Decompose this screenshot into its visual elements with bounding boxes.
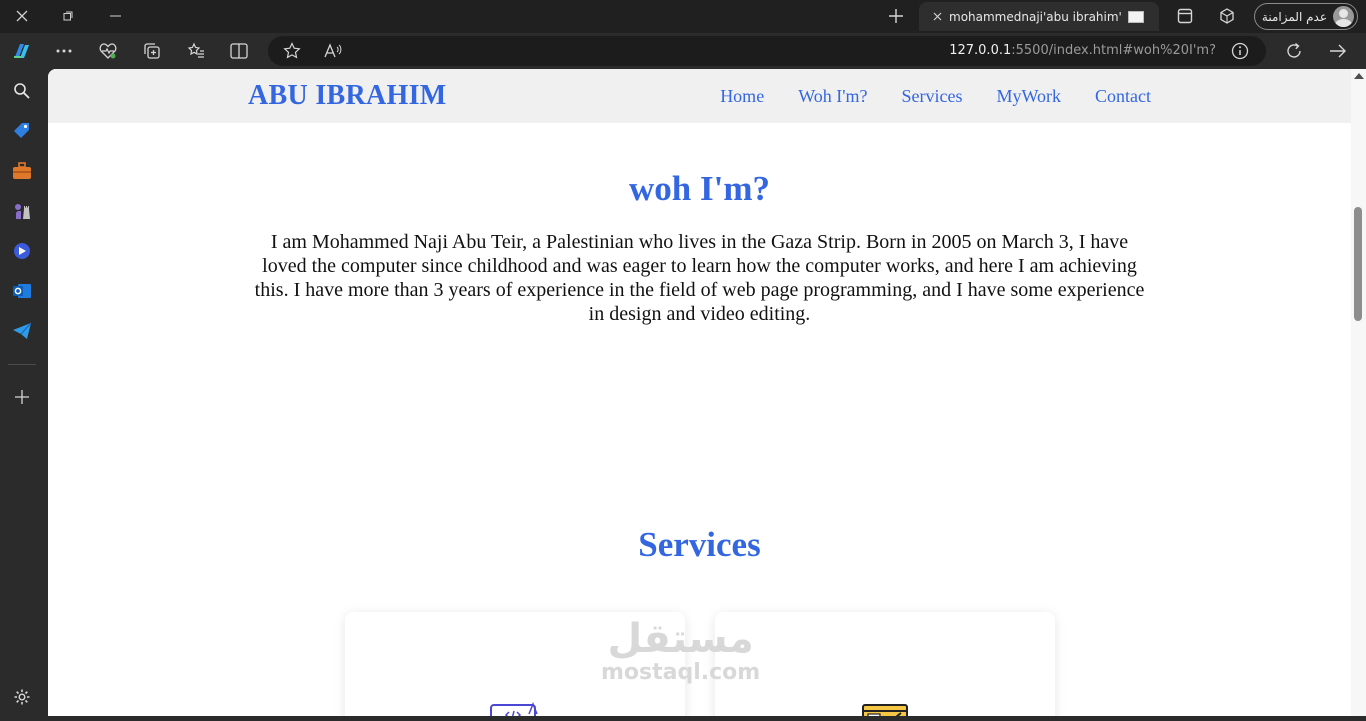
tools-briefcase-icon[interactable] — [10, 159, 34, 183]
browser-essentials-icon[interactable] — [94, 37, 122, 65]
new-tab-icon[interactable] — [883, 4, 909, 28]
nav-link-woh-im[interactable]: Woh I'm? — [798, 86, 867, 107]
site-info-icon[interactable] — [1226, 37, 1254, 65]
close-window-icon[interactable] — [9, 4, 35, 28]
watermark-latin: mostaql.com — [601, 660, 761, 685]
page-viewport: ABU IBRAHIM Home Woh I'm? Services MyWor… — [48, 69, 1366, 716]
scroll-thumb[interactable] — [1354, 207, 1362, 321]
more-options-icon[interactable] — [50, 37, 78, 65]
collections-icon[interactable] — [138, 37, 166, 65]
watermark-arabic: مستقل — [607, 616, 754, 662]
split-screen-icon[interactable] — [225, 37, 253, 65]
web-design-browser-icon — [862, 704, 908, 716]
site-logo[interactable]: ABU IBRAHIM — [248, 80, 447, 112]
games-icon[interactable] — [10, 199, 34, 223]
url-text[interactable]: 127.0.0.1:5500/index.html#woh%20I'm? — [949, 43, 1216, 58]
workspaces-icon[interactable] — [1214, 4, 1240, 28]
nav-link-contact[interactable]: Contact — [1095, 86, 1151, 107]
tab-favicon-icon — [1128, 10, 1144, 23]
close-tab-icon[interactable] — [929, 12, 945, 21]
add-sidebar-app-icon[interactable] — [10, 385, 34, 409]
services-heading: Services — [638, 525, 761, 564]
page-scrollbar[interactable] — [1351, 69, 1366, 716]
site-navbar: ABU IBRAHIM Home Woh I'm? Services MyWor… — [48, 69, 1351, 123]
profile-button[interactable]: عدم المزامنة — [1254, 3, 1358, 30]
scroll-up-arrow-icon[interactable] — [1354, 73, 1364, 79]
service-card[interactable] — [715, 612, 1055, 716]
nav-links: Home Woh I'm? Services MyWork Contact — [686, 86, 1151, 107]
url-host: 127.0.0.1 — [949, 43, 1012, 58]
active-tab[interactable]: mohammednaji'abu ibrahim' — [919, 2, 1159, 31]
tab-title: mohammednaji'abu ibrahim' — [949, 9, 1122, 24]
profile-sync-label: عدم المزامنة — [1261, 9, 1327, 24]
refresh-icon[interactable] — [1280, 37, 1308, 65]
browser-toolbar: 127.0.0.1:5500/index.html#woh%20I'm? — [0, 33, 1366, 69]
code-laptop-icon — [490, 702, 538, 716]
shopping-tag-icon[interactable] — [10, 119, 34, 143]
nav-link-services[interactable]: Services — [901, 86, 962, 107]
forward-arrow-icon[interactable] — [1324, 37, 1352, 65]
nav-link-home[interactable]: Home — [720, 86, 764, 107]
edge-sidebar — [0, 69, 48, 721]
add-favorite-star-icon[interactable] — [278, 37, 306, 65]
sidebar-divider — [8, 364, 36, 365]
minimize-window-icon[interactable] — [102, 4, 128, 28]
url-path: :5500/index.html#woh%20I'm? — [1011, 43, 1216, 58]
read-aloud-icon[interactable] — [319, 37, 347, 65]
restore-window-icon[interactable] — [55, 4, 81, 28]
avatar-icon — [1333, 6, 1354, 27]
about-paragraph: I am Mohammed Naji Abu Teir, a Palestini… — [254, 231, 1145, 325]
about-heading: woh I'm? — [629, 169, 770, 208]
settings-gear-icon[interactable] — [10, 685, 34, 709]
copilot-icon[interactable] — [8, 37, 36, 65]
nav-link-mywork[interactable]: MyWork — [996, 86, 1061, 107]
tab-actions-icon[interactable] — [1172, 4, 1198, 28]
address-bar[interactable]: 127.0.0.1:5500/index.html#woh%20I'm? — [268, 36, 1266, 66]
send-telegram-icon[interactable] — [10, 319, 34, 343]
search-icon[interactable] — [10, 79, 34, 103]
mostaql-watermark: مستقل mostaql.com — [601, 617, 760, 685]
favorites-list-icon[interactable] — [182, 37, 210, 65]
outlook-icon[interactable] — [10, 279, 34, 303]
copilot-sidebar-icon[interactable] — [10, 239, 34, 263]
browser-title-bar: mohammednaji'abu ibrahim' عدم المزامنة — [0, 0, 1366, 33]
